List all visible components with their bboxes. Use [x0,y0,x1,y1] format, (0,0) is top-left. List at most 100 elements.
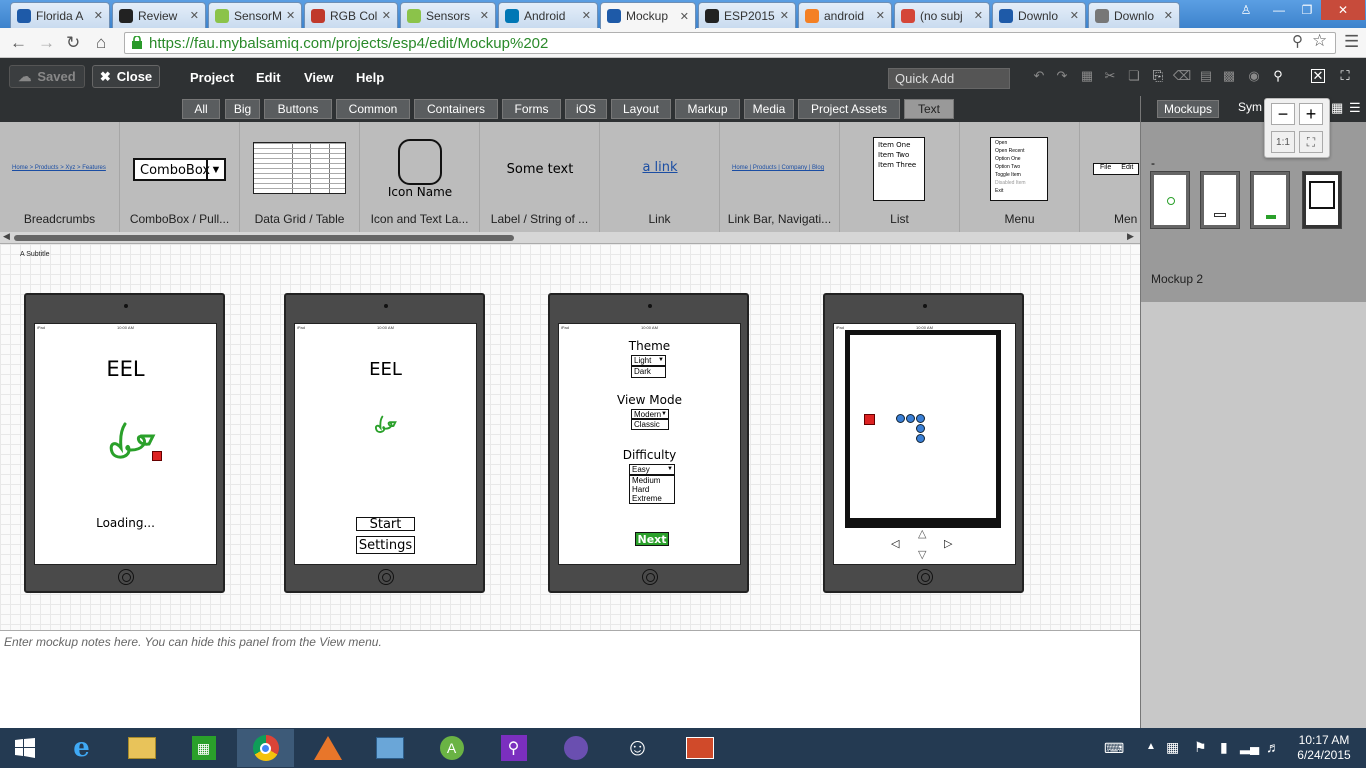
scroll-left-icon[interactable]: ◀ [3,231,10,242]
lib-menu[interactable]: Open Open Recent Option One Option Two T… [960,122,1080,232]
browser-tab[interactable]: ESP2015 ✕ [698,2,796,28]
mockup-notes[interactable]: Enter mockup notes here. You can hide th… [0,630,1140,728]
category-media[interactable]: Media [744,99,794,119]
matlab-icon[interactable] [299,729,356,767]
windows-icon[interactable]: ▦ [1166,739,1179,756]
group-icon[interactable]: ▦ [1080,68,1094,83]
lib-menubar[interactable]: File Edit Men [1080,122,1140,232]
browser-tab[interactable]: Sensors ✕ [400,2,496,28]
arrange-icon[interactable]: ▩ [1222,68,1236,83]
menu-view[interactable]: View [304,70,333,85]
align-icon[interactable]: ▤ [1199,68,1213,83]
browser-tab[interactable]: Florida A ✕ [10,2,110,28]
chrome-icon[interactable] [237,729,294,767]
start-icon[interactable] [0,729,50,767]
lib-combobox[interactable]: ComboBox ▼ ComboBox / Pull... [120,122,240,232]
forward-icon[interactable]: → [38,33,55,53]
minimize-button[interactable]: — [1265,0,1293,20]
category-containers[interactable]: Containers [414,99,498,119]
tab-symbols[interactable]: Sym [1238,100,1262,114]
menu-project[interactable]: Project [190,70,234,85]
browser-tab[interactable]: (no subj ✕ [894,2,990,28]
mockup-thumbnail[interactable] [1251,172,1289,228]
lock-icon[interactable]: ◉ [1247,68,1261,83]
control-panel-icon[interactable] [361,729,418,767]
category-text[interactable]: Text [904,99,954,119]
menu-edit[interactable]: Edit [256,70,281,85]
browser-tab[interactable]: Android ✕ [498,2,598,28]
volume-icon[interactable]: ♬ [1266,739,1280,755]
maximize-button[interactable]: ❐ [1293,0,1321,20]
tab-close-icon[interactable]: ✕ [872,9,885,22]
category-ios[interactable]: iOS [565,99,607,119]
user-icon[interactable]: ♙ [1232,0,1260,20]
zoom-out-button[interactable]: − [1271,103,1295,125]
ipad-mockup-loading[interactable]: iPad 10:00 AM EEL Loading... [24,293,225,593]
key-icon[interactable]: ⚲ [1292,32,1303,50]
lib-list[interactable]: Item One Item Two Item Three List [840,122,960,232]
category-all[interactable]: All [182,99,220,119]
browser-tab[interactable]: SensorM ✕ [208,2,302,28]
keyboard-icon[interactable]: ⌨ [1104,740,1124,757]
flag-icon[interactable]: ⚑ [1194,739,1207,756]
file-explorer-icon[interactable] [113,729,170,767]
tab-close-icon[interactable]: ✕ [676,10,689,23]
zoom-actual-button[interactable]: 1:1 [1271,131,1295,153]
mockup-canvas[interactable]: A Subtitle iPad 10:00 AM EEL Loading... i… [0,244,1140,630]
list-view-icon[interactable]: ☰ [1349,100,1361,116]
browser-tab[interactable]: Downlo ✕ [1088,2,1180,28]
close-window-button[interactable]: ✕ [1321,0,1365,20]
store-icon[interactable]: ▦ [175,729,232,767]
cut-icon[interactable]: ✂ [1103,68,1117,83]
category-forms[interactable]: Forms [502,99,561,119]
home-icon[interactable]: ⌂ [96,33,106,53]
close-button[interactable]: ✖ Close [92,65,160,88]
tab-close-icon[interactable]: ✕ [776,9,789,22]
scroll-right-icon[interactable]: ▶ [1127,231,1134,242]
ie-icon[interactable]: e [53,729,110,767]
grid-view-icon[interactable]: ▦ [1331,100,1343,116]
lib-breadcrumbs[interactable]: Home > Products > Xyz > Features Breadcr… [0,122,120,232]
tab-close-icon[interactable]: ✕ [970,9,983,22]
tab-close-icon[interactable]: ✕ [378,9,391,22]
mockup-name[interactable]: Mockup 2 [1151,272,1203,286]
mockup-thumbnail[interactable] [1151,172,1189,228]
ipad-mockup-game[interactable]: iPad 10:00 AM △ ◁ ▷ ▽ [823,293,1024,593]
mockup-thumbnail-active[interactable] [1303,172,1341,228]
tab-close-icon[interactable]: ✕ [578,9,591,22]
quick-add-input[interactable]: Quick Add [888,68,1010,89]
menu-icon[interactable]: ☰ [1344,32,1359,52]
category-buttons[interactable]: Buttons [264,99,332,119]
category-big[interactable]: Big [225,99,260,119]
browser-tab[interactable]: RGB Col ✕ [304,2,398,28]
tab-close-icon[interactable]: ✕ [90,9,103,22]
zoom-fit-icon[interactable]: ⛶ [1299,131,1323,153]
ipad-mockup-settings[interactable]: iPad 10:00 AM Theme Light ▼ Dark View Mode… [548,293,749,593]
address-bar[interactable]: https://fau.mybalsamiq.com/projects/esp4… [124,32,1336,54]
ipad-mockup-menu[interactable]: iPad 10:00 AM EEL Start Settings [284,293,485,593]
category-common[interactable]: Common [336,99,410,119]
smiley-app-icon[interactable]: ☺ [609,729,666,767]
reload-icon[interactable]: ↻ [66,33,80,53]
tab-mockups[interactable]: Mockups [1157,100,1219,118]
cat-app-icon[interactable] [547,729,604,767]
tab-close-icon[interactable]: ✕ [476,9,489,22]
tab-close-icon[interactable]: ✕ [1160,9,1173,22]
battery-icon[interactable]: ▮ [1220,739,1228,756]
canvas-subtitle[interactable]: A Subtitle [20,251,50,258]
category-layout[interactable]: Layout [611,99,671,119]
system-clock[interactable]: 10:17 AM 6/24/2015 [1288,733,1360,763]
show-hidden-icon[interactable]: ▲ [1146,741,1156,752]
browser-tab[interactable]: Review ✕ [112,2,206,28]
back-icon[interactable]: ← [10,33,27,53]
fullscreen-icon[interactable]: ⛶ [1338,68,1352,83]
tab-close-icon[interactable]: ✕ [282,9,295,22]
tab-close-icon[interactable]: ✕ [1066,9,1079,22]
saved-button[interactable]: ☁ Saved [9,65,85,88]
lib-icon-text[interactable]: Icon Name Icon and Text La... [360,122,480,232]
category-project-assets[interactable]: Project Assets [798,99,900,119]
menu-help[interactable]: Help [356,70,384,85]
android-studio-icon[interactable]: A [423,729,480,767]
paste-icon[interactable]: ⎘ [1151,68,1165,83]
lib-link[interactable]: a link Link [600,122,720,232]
